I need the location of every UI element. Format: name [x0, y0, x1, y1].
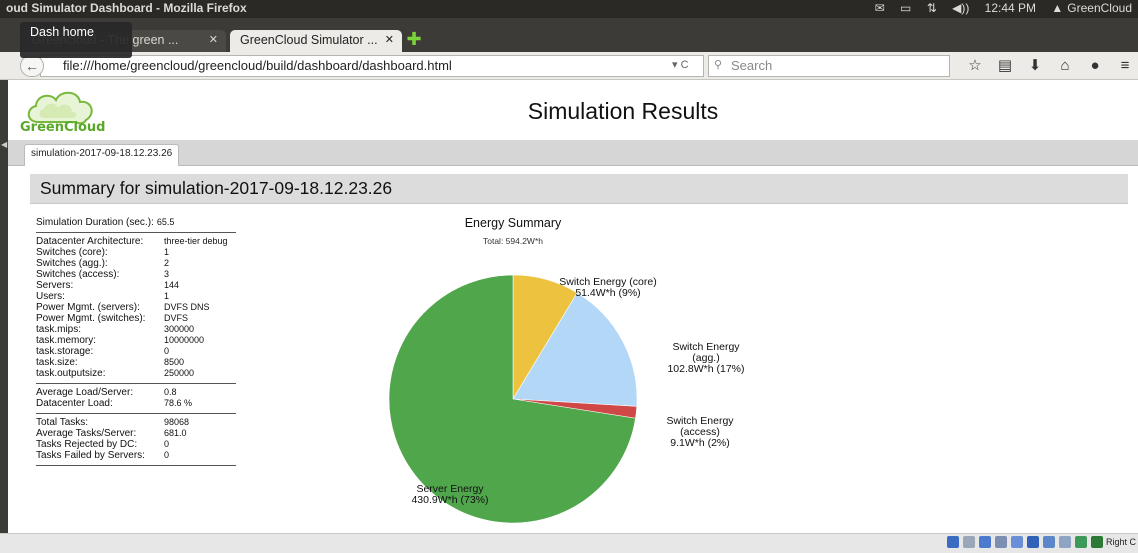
search-placeholder: Search: [731, 58, 773, 73]
user-name[interactable]: GreenCloud: [1067, 1, 1132, 15]
network-icon[interactable]: ⇅: [927, 1, 937, 15]
browser-tab-bar: Greencloud - The green ... ✕ GreenCloud …: [0, 18, 1138, 52]
search-input[interactable]: Search: [708, 55, 950, 77]
user-icon[interactable]: ▲: [1051, 1, 1063, 15]
pie-label-line: 430.9W*h (73%): [411, 494, 488, 506]
url-bar[interactable]: file:///home/greencloud/greencloud/build…: [40, 55, 704, 77]
page-content: GreenCloud Simulation Results simulation…: [8, 80, 1138, 533]
close-icon[interactable]: ✕: [209, 33, 218, 46]
battery-icon[interactable]: ▭: [900, 1, 911, 15]
url-text: file:///home/greencloud/greencloud/build…: [63, 58, 452, 73]
volume-icon[interactable]: ◀)): [952, 1, 969, 15]
url-reload-icon[interactable]: ▾ C: [672, 58, 689, 71]
energy-pie-chart: Switch Energy (core) 51.4W*h (9%)Switch E…: [388, 274, 745, 524]
tab-simulator[interactable]: GreenCloud Simulator ... ✕: [230, 30, 402, 52]
hdd-icon[interactable]: [946, 536, 959, 548]
chat-icon[interactable]: ●: [1080, 57, 1110, 74]
mouse-integration-icon[interactable]: [1074, 536, 1087, 548]
pie-slice-label: Switch Energy (agg.) 102.8W*h (17%): [667, 341, 744, 375]
pie-slice-label: Switch Energy (access) 9.1W*h (2%): [666, 415, 734, 449]
pie-label-line: 51.4W*h (9%): [575, 287, 640, 299]
mail-icon[interactable]: ✉: [875, 1, 885, 15]
unity-launcher-edge: ◀: [0, 80, 8, 533]
pie-slice-label: Server Energy 430.9W*h (73%): [411, 483, 488, 506]
os-top-panel: oud Simulator Dashboard - Mozilla Firefo…: [0, 0, 1138, 18]
keyboard-icon[interactable]: [1090, 536, 1103, 548]
pie-label-line: 9.1W*h (2%): [670, 437, 730, 449]
window-title: oud Simulator Dashboard - Mozilla Firefo…: [6, 1, 247, 15]
reading-list-icon[interactable]: ▤: [990, 56, 1020, 74]
dash-home-tooltip: Dash home: [20, 22, 132, 58]
home-icon[interactable]: ⌂: [1050, 57, 1080, 74]
display-icon[interactable]: [1026, 536, 1039, 548]
video-capture-icon[interactable]: [1042, 536, 1055, 548]
vm-status-bar: Right C: [0, 533, 1138, 553]
tab-label: GreenCloud Simulator ...: [240, 33, 378, 47]
shared-folder-icon[interactable]: [1010, 536, 1023, 548]
menu-icon[interactable]: ≡: [1110, 57, 1138, 74]
back-arrow-icon[interactable]: ←: [20, 55, 44, 77]
new-tab-plus-icon[interactable]: ✚: [404, 30, 424, 50]
cpu-icon[interactable]: [1058, 536, 1071, 548]
optical-icon[interactable]: [962, 536, 975, 548]
usb-icon[interactable]: [994, 536, 1007, 548]
clock[interactable]: 12:44 PM: [985, 1, 1036, 15]
network-adapter-icon[interactable]: [978, 536, 991, 548]
status-icons: Right C: [943, 536, 1136, 548]
launcher-arrow-icon: ◀: [1, 140, 8, 149]
system-tray: ✉ ▭ ⇅ ◀)) 12:44 PM ▲ GreenCloud: [863, 1, 1132, 15]
toolbar-icons: ☆ ▤ ⬇ ⌂ ● ≡: [960, 56, 1138, 74]
download-icon[interactable]: ⬇: [1020, 56, 1050, 74]
navigation-bar: file:///home/greencloud/greencloud/build…: [0, 52, 1138, 80]
search-icon: ⚲: [714, 59, 723, 71]
close-icon[interactable]: ✕: [385, 33, 394, 46]
bookmark-star-icon[interactable]: ☆: [960, 56, 990, 74]
host-key-label: Right C: [1105, 537, 1136, 547]
pie-label-line: 102.8W*h (17%): [667, 363, 744, 375]
